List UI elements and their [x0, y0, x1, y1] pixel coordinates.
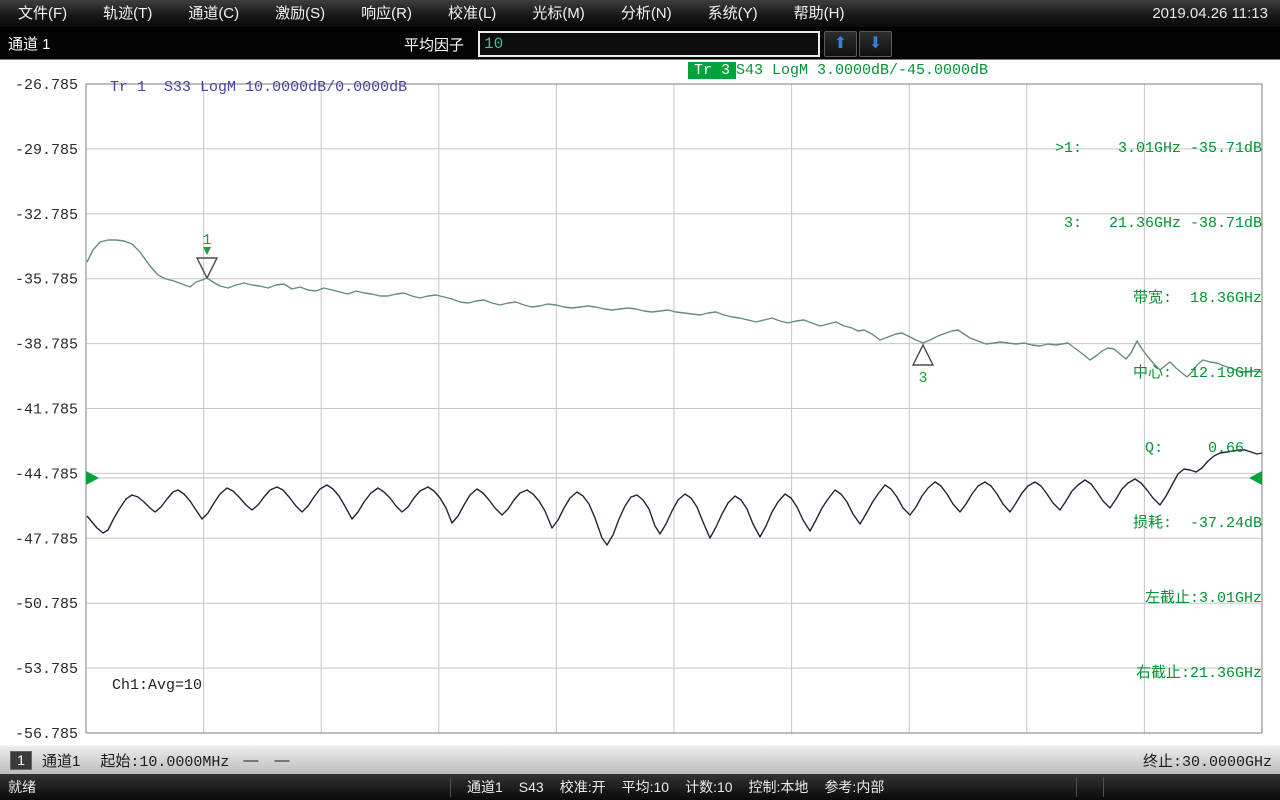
- y-axis-tick-label: -50.785: [15, 596, 78, 613]
- y-axis-tick-label: -38.785: [15, 337, 78, 354]
- statusbar-divider: [450, 777, 451, 797]
- marker-readout-panel: >1: 3.01GHz -35.71dB 3: 21.36GHz -38.71d…: [1055, 86, 1262, 736]
- loss-readout: 损耗: -37.24dB: [1055, 511, 1262, 536]
- y-axis-tick-label: -53.785: [15, 661, 78, 678]
- status-bar: 就绪 通道1 S43 校准:开 平均:10 计数:10 控制:本地 参考:内部: [0, 774, 1280, 800]
- menu-item-response[interactable]: 响应(R): [343, 0, 430, 27]
- arrow-down-icon: ⬇: [869, 35, 882, 52]
- marker-1-label: 1: [202, 232, 211, 249]
- y-axis-tick-label: -41.785: [15, 402, 78, 419]
- menu-item-channel[interactable]: 通道(C): [170, 0, 257, 27]
- measurement-screen: -26.785 -29.785 -32.785 -35.785 -38.785 -41.7…: [0, 60, 1280, 745]
- trace1-spacer: [146, 79, 164, 96]
- active-channel-label: 通道 1: [0, 33, 51, 54]
- right-cutoff-readout: 右截止:21.36GHz: [1055, 661, 1262, 686]
- marker-3-label: 3: [918, 370, 927, 387]
- status-channel: 通道1: [467, 777, 503, 797]
- increment-button[interactable]: ⬆: [824, 31, 857, 57]
- marker1-readout: >1: 3.01GHz -35.71dB: [1055, 136, 1262, 161]
- marker-1-symbol[interactable]: [197, 258, 217, 278]
- channel-name: 通道1: [42, 750, 80, 771]
- left-cutoff-readout: 左截止:3.01GHz: [1055, 586, 1262, 611]
- trace3-active-badge[interactable]: Tr 3: [688, 62, 736, 79]
- y-axis-tick-label: -47.785: [15, 531, 78, 548]
- statusbar-divider: [1103, 777, 1104, 797]
- trace3-params[interactable]: S43 LogM 3.0000dB/-45.0000dB: [736, 62, 988, 79]
- sweep-bar: 1 通道1 起始:10.0000MHz — — 终止:30.0000GHz: [0, 745, 1280, 774]
- y-axis-tick-label: -26.785: [15, 77, 78, 94]
- bandwidth-readout: 带宽: 18.36GHz: [1055, 286, 1262, 311]
- trace1-status[interactable]: Tr 1 S33 LogM 10.0000dB/0.0000dB: [74, 62, 407, 113]
- avg-factor-input[interactable]: [478, 31, 820, 57]
- decrement-button[interactable]: ⬇: [859, 31, 892, 57]
- trace1-label: Tr 1: [110, 79, 146, 96]
- status-reference: 参考:内部: [824, 777, 884, 797]
- y-axis-tick-label: -29.785: [15, 142, 78, 159]
- marker3-readout: 3: 21.36GHz -38.71dB: [1055, 211, 1262, 236]
- statusbar-right: [1076, 777, 1280, 797]
- menu-item-file[interactable]: 文件(F): [0, 0, 85, 27]
- toolbar: 通道 1 平均因子 ⬆ ⬇: [0, 28, 1280, 60]
- sweep-dashes: — —: [243, 752, 295, 769]
- stop-frequency: 终止:30.0000GHz: [1143, 750, 1272, 771]
- y-axis-tick-label: -56.785: [15, 726, 78, 743]
- menu-item-trace[interactable]: 轨迹(T): [85, 0, 170, 27]
- status-control: 控制:本地: [749, 777, 809, 797]
- status-parameter: S43: [519, 779, 544, 795]
- channel-index-badge[interactable]: 1: [10, 751, 32, 770]
- status-cal: 校准:开: [560, 777, 606, 797]
- status-count: 计数:10: [685, 777, 732, 797]
- menu-item-stimulus[interactable]: 激励(S): [257, 0, 343, 27]
- arrow-up-icon: ⬆: [834, 35, 847, 52]
- menu-item-marker[interactable]: 光标(M): [514, 0, 603, 27]
- avg-annotation: Ch1:Avg=10: [112, 677, 202, 694]
- menu-item-analysis[interactable]: 分析(N): [603, 0, 690, 27]
- y-axis-tick-label: -32.785: [15, 207, 78, 224]
- marker-3-symbol[interactable]: [913, 345, 933, 365]
- avg-factor-label: 平均因子: [404, 34, 464, 55]
- ready-status: 就绪: [0, 777, 450, 797]
- menu-item-system[interactable]: 系统(Y): [690, 0, 776, 27]
- q-readout: Q: 0.66: [1055, 436, 1262, 461]
- y-axis-tick-label: -44.785: [15, 466, 78, 483]
- center-readout: 中心: 12.19GHz: [1055, 361, 1262, 386]
- menu-item-help[interactable]: 帮助(H): [776, 0, 863, 27]
- trace1-params: S33 LogM 10.0000dB/0.0000dB: [164, 79, 407, 96]
- status-avg: 平均:10: [622, 777, 669, 797]
- y-axis-tick-label: -35.785: [15, 272, 78, 289]
- menu-item-cal[interactable]: 校准(L): [430, 0, 514, 27]
- menu-bar: 文件(F) 轨迹(T) 通道(C) 激励(S) 响应(R) 校准(L) 光标(M…: [0, 0, 1280, 28]
- datetime-display: 2019.04.26 11:13: [1152, 5, 1280, 22]
- statusbar-divider: [1076, 777, 1077, 797]
- start-frequency: 起始:10.0000MHz: [100, 750, 229, 771]
